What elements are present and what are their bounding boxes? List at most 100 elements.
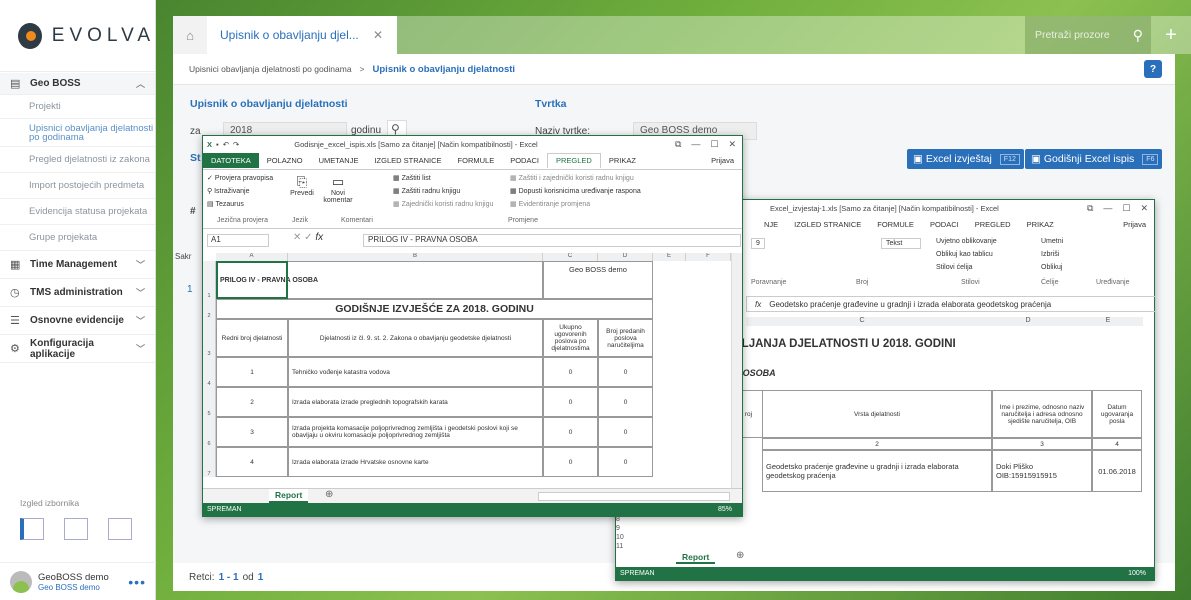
allow-edit-ranges-button[interactable]: ▦ Dopusti korisnicima uređivanje raspona [510,187,641,195]
xl1-row3-a[interactable]: 0 [543,417,598,447]
xl1-company[interactable]: Geo BOSS demo [543,261,653,299]
name-box[interactable]: A1 [207,234,269,247]
xl1-heading[interactable]: GODIŠNJE IZVJEŠĆE ZA 2018. GODINU [216,299,653,319]
xl1-tab-izgled[interactable]: IZGLED STRANICE [366,156,449,165]
xl2-formula-bar[interactable]: fx Geodetsko praćenje građevine u gradnji… [746,296,1156,312]
xl2-format[interactable]: Oblikuj [1041,264,1062,271]
xl2-r-datum[interactable]: 01.06.2018 [1092,450,1142,492]
xl1-row1-a[interactable]: 0 [543,357,598,387]
protect-workbook-button[interactable]: ▦ Zaštiti radnu knjigu [393,187,460,195]
window-search[interactable]: Pretraži prozore ⚲ [1025,16,1151,54]
redo-icon[interactable]: ↷ [233,140,239,149]
nav-konfiguracija[interactable]: ⚙ Konfiguracija aplikacije ﹀ [0,335,155,363]
xl1-row4-n[interactable]: 4 [216,447,288,477]
nav-import[interactable]: Import postojećih predmeta [0,173,155,199]
xl2-sheet-tab[interactable]: Report [676,552,716,564]
add-window-button[interactable]: + [1151,16,1191,54]
xl1-row2-b[interactable]: 0 [598,387,653,417]
xl2-tab-prikaz[interactable]: PRIKAZ [1019,220,1062,229]
minimize-icon[interactable]: — [1103,203,1112,214]
minimize-icon[interactable]: — [691,139,700,150]
xl1-row1-b[interactable]: 0 [598,357,653,387]
xl2-cell-styles[interactable]: Stilovi ćelija [936,264,973,271]
xl1-row4-t[interactable]: Izrada elaborata izrade Hrvatske osnovne… [288,447,543,477]
xl2-tab-formule[interactable]: FORMULE [869,220,922,229]
protect-sheet-button[interactable]: ▦ Zaštiti list [393,174,431,182]
add-sheet-icon[interactable]: ⊕ [325,489,333,500]
nav-tms-admin[interactable]: ◷ TMS administration ﹀ [0,279,155,307]
translate-button[interactable]: ⎘ Prevedi [287,174,317,197]
xl1-formula-input[interactable]: PRILOG IV - PRAVNA OSOBA [363,234,741,247]
save-icon[interactable]: ▪ [216,140,219,149]
xl1-row2-t[interactable]: Izrada elaborata izrade preglednih topog… [288,387,543,417]
xl1-tab-polazno[interactable]: POLAZNO [259,156,311,165]
selected-cell[interactable] [216,261,288,299]
xl1-row4-a[interactable]: 0 [543,447,598,477]
xl1-tab-prikaz[interactable]: PRIKAZ [601,156,644,165]
xl2-tab-podaci[interactable]: PODACI [922,220,967,229]
maximize-icon[interactable]: ☐ [710,139,718,150]
xl1-sheet-tab[interactable]: Report [269,489,309,503]
restore-icon[interactable]: ⧉ [675,139,681,150]
xl2-tab-nje[interactable]: NJE [756,220,786,229]
xl2-insert[interactable]: Umetni [1041,238,1063,245]
add-sheet-icon[interactable]: ⊕ [736,550,744,561]
xl1-row3-b[interactable]: 0 [598,417,653,447]
nav-upisnici[interactable]: Upisnici obavljanja djelatnosti po godin… [0,119,155,147]
new-comment-button[interactable]: ▭ Novi komentar [321,174,355,204]
vertical-scrollbar[interactable] [731,253,742,488]
xl2-number-format[interactable]: Tekst [881,238,921,249]
annual-excel-button[interactable]: ▣ Godišnji Excel ispis F6 [1025,149,1163,169]
undo-icon[interactable]: ↶ [223,140,229,149]
xl2-format-table[interactable]: Oblikuj kao tablicu [936,251,993,258]
nav-geoboss[interactable]: ▤ Geo BOSS ︿ [0,73,155,95]
nav-grupe[interactable]: Grupe projekata [0,225,155,251]
close-icon[interactable]: ✕ [373,28,383,42]
nav-evidencija[interactable]: Evidencija statusa projekata [0,199,155,225]
xl1-row2-n[interactable]: 2 [216,387,288,417]
horizontal-scrollbar[interactable] [538,492,730,501]
more-icon[interactable]: ••• [128,574,146,590]
xl1-tab-umetanje[interactable]: UMETANJE [311,156,367,165]
track-changes-button[interactable]: ▦ Evidentiranje promjena [510,200,590,208]
xl2-r-ime[interactable]: Doki Pliško OIB:15915915915 [992,450,1092,492]
xl1-row2-a[interactable]: 0 [543,387,598,417]
logo[interactable]: EVOLVA [0,0,155,72]
breadcrumb-parent[interactable]: Upisnici obavljanja djelatnosti po godin… [189,64,352,74]
help-icon[interactable]: ? [1144,60,1162,78]
user-panel[interactable]: GeoBOSS demo Geo BOSS demo ••• [0,562,156,600]
xl1-row1-n[interactable]: 1 [216,357,288,387]
excel-report-button[interactable]: ▣ Excel izvještaj F12 [907,149,1024,169]
nav-osnovne[interactable]: ☰ Osnovne evidencije ﹀ [0,307,155,335]
close-icon[interactable]: ✕ [728,139,736,150]
xl2-cond-format[interactable]: Uvjetno oblikovanje [936,238,997,245]
xl1-tab-pregled[interactable]: PREGLED [546,153,601,168]
xl1-row4-b[interactable]: 0 [598,447,653,477]
xl1-tab-formule[interactable]: FORMULE [450,156,503,165]
protect-share-button[interactable]: ▦ Zaštiti i zajednički koristi radnu knj… [510,174,634,182]
xl1-signin[interactable]: Prijava [703,156,742,165]
home-icon[interactable]: ⌂ [173,16,207,54]
layout-option-1[interactable] [20,518,44,540]
close-icon[interactable]: ✕ [1140,203,1148,214]
tab-upisnik[interactable]: Upisnik o obavljanju djel... ✕ [207,16,397,54]
zoom-level[interactable]: 85% [718,506,732,513]
nav-pregled[interactable]: Pregled djelatnosti iz zakona [0,147,155,173]
xl2-tab-izgled[interactable]: IZGLED STRANICE [786,220,869,229]
nav-time-management[interactable]: ▦ Time Management ﹀ [0,251,155,279]
layout-option-2[interactable] [64,518,88,540]
thesaurus-button[interactable]: ▤ Tezaurus [207,200,244,208]
xl1-tab-datoteka[interactable]: DATOTEKA [203,153,259,168]
xl1-tab-podaci[interactable]: PODACI [502,156,547,165]
maximize-icon[interactable]: ☐ [1122,203,1130,214]
research-button[interactable]: ⚲ Istraživanje [207,187,249,195]
xl2-delete[interactable]: Izbriši [1041,251,1059,258]
xl2-tab-pregled[interactable]: PREGLED [967,220,1019,229]
xl2-signin[interactable]: Prijava [1115,220,1154,229]
excel-window-1[interactable]: X ▪ ↶ ↷ Godisnje_excel_ispis.xls [Samo za či… [202,135,743,517]
xl1-row3-t[interactable]: Izrada projekta komasacije poljoprivredn… [288,417,543,447]
xl1-row1-t[interactable]: Tehničko vođenje katastra vodova [288,357,543,387]
layout-option-3[interactable] [108,518,132,540]
restore-icon[interactable]: ⧉ [1087,203,1093,214]
xl2-r-vrsta[interactable]: Geodetsko praćenje građevine u gradnji i… [762,450,992,492]
